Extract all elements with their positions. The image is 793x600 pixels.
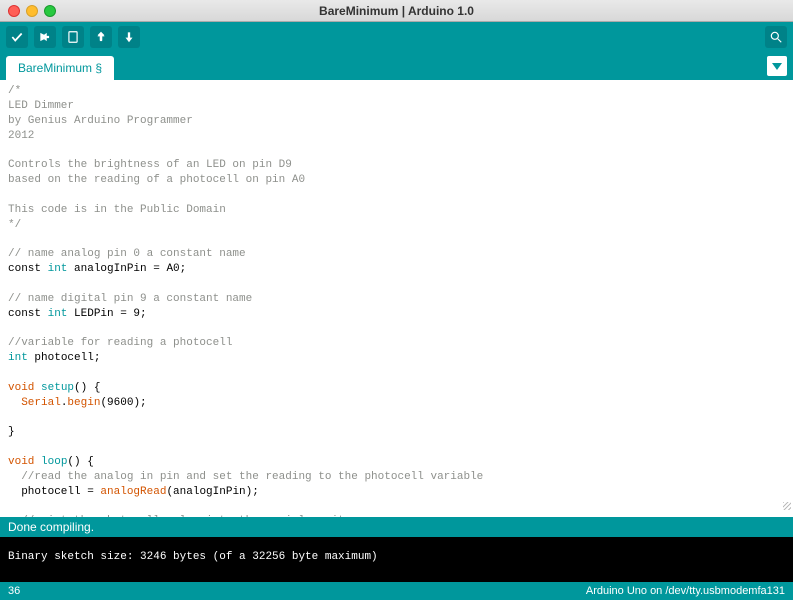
code-text: photocell; (28, 352, 101, 364)
status-message: Done compiling. (8, 520, 94, 534)
type-keyword: int (48, 308, 68, 320)
resize-handle[interactable] (781, 500, 793, 512)
type-keyword: int (8, 352, 28, 364)
verify-button[interactable] (6, 26, 28, 48)
footer-bar: 36 Arduino Uno on /dev/tty.usbmodemfa131 (0, 582, 793, 600)
comment: This code is in the Public Domain (8, 204, 226, 216)
function-name: analogRead (100, 486, 166, 498)
keyword: void (8, 456, 41, 468)
comment: LED Dimmer (8, 100, 74, 112)
function-name: begin (67, 397, 100, 409)
code-text: () { (67, 456, 93, 468)
code-text (8, 397, 21, 409)
window-titlebar: BareMinimum | Arduino 1.0 (0, 0, 793, 22)
keyword: Serial (21, 397, 61, 409)
save-button[interactable] (118, 26, 140, 48)
function-name: loop (41, 456, 67, 468)
comment: //print the photocell value into the ser… (8, 515, 358, 517)
comment: based on the reading of a photocell on p… (8, 174, 305, 186)
tab-menu-button[interactable] (767, 56, 787, 76)
new-button[interactable] (62, 26, 84, 48)
comment: */ (8, 219, 21, 231)
tab-bareminimum[interactable]: BareMinimum § (6, 56, 114, 80)
toolbar (0, 22, 793, 52)
line-number: 36 (8, 585, 20, 597)
comment: //variable for reading a photocell (8, 337, 232, 349)
function-name: setup (41, 382, 74, 394)
comment: //read the analog in pin and set the rea… (8, 471, 483, 483)
board-port-label: Arduino Uno on /dev/tty.usbmodemfa131 (586, 585, 785, 597)
comment: // name analog pin 0 a constant name (8, 248, 246, 260)
comment: // name digital pin 9 a constant name (8, 293, 252, 305)
window-title: BareMinimum | Arduino 1.0 (0, 4, 793, 18)
code-text: } (8, 426, 15, 438)
comment: 2012 (8, 130, 34, 142)
code-editor[interactable]: /* LED Dimmer by Genius Arduino Programm… (0, 80, 793, 517)
code-text: (9600); (100, 397, 146, 409)
console-output[interactable]: Binary sketch size: 3246 bytes (of a 322… (0, 537, 793, 582)
open-button[interactable] (90, 26, 112, 48)
comment: /* (8, 85, 21, 97)
code-text: const (8, 263, 48, 275)
code-text: LEDPin = 9; (67, 308, 146, 320)
type-keyword: int (48, 263, 68, 275)
upload-button[interactable] (34, 26, 56, 48)
status-bar: Done compiling. (0, 517, 793, 537)
comment: Controls the brightness of an LED on pin… (8, 159, 292, 171)
serial-monitor-button[interactable] (765, 26, 787, 48)
code-text: photocell = (8, 486, 100, 498)
comment: by Genius Arduino Programmer (8, 115, 193, 127)
code-text: (analogInPin); (166, 486, 258, 498)
keyword: void (8, 382, 41, 394)
tab-bar: BareMinimum § (0, 52, 793, 80)
code-text: () { (74, 382, 100, 394)
console-text: Binary sketch size: 3246 bytes (of a 322… (8, 551, 378, 563)
code-text: analogInPin = A0; (67, 263, 186, 275)
code-text: const (8, 308, 48, 320)
